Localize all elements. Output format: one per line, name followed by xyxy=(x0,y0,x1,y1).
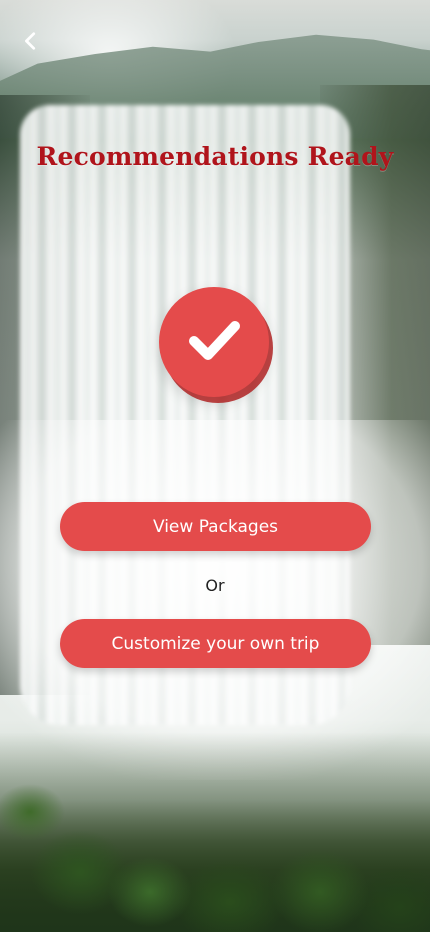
foliage xyxy=(0,732,430,932)
customize-trip-button[interactable]: Customize your own trip xyxy=(60,619,371,668)
or-separator: Or xyxy=(205,576,225,595)
waterfall-background xyxy=(0,0,430,932)
success-badge xyxy=(159,287,269,397)
back-button[interactable] xyxy=(14,26,48,60)
page-title: Recommendations Ready xyxy=(36,142,394,171)
mist xyxy=(0,420,430,780)
chevron-left-icon xyxy=(20,30,42,56)
checkmark-icon xyxy=(178,304,250,380)
view-packages-button[interactable]: View Packages xyxy=(60,502,371,551)
